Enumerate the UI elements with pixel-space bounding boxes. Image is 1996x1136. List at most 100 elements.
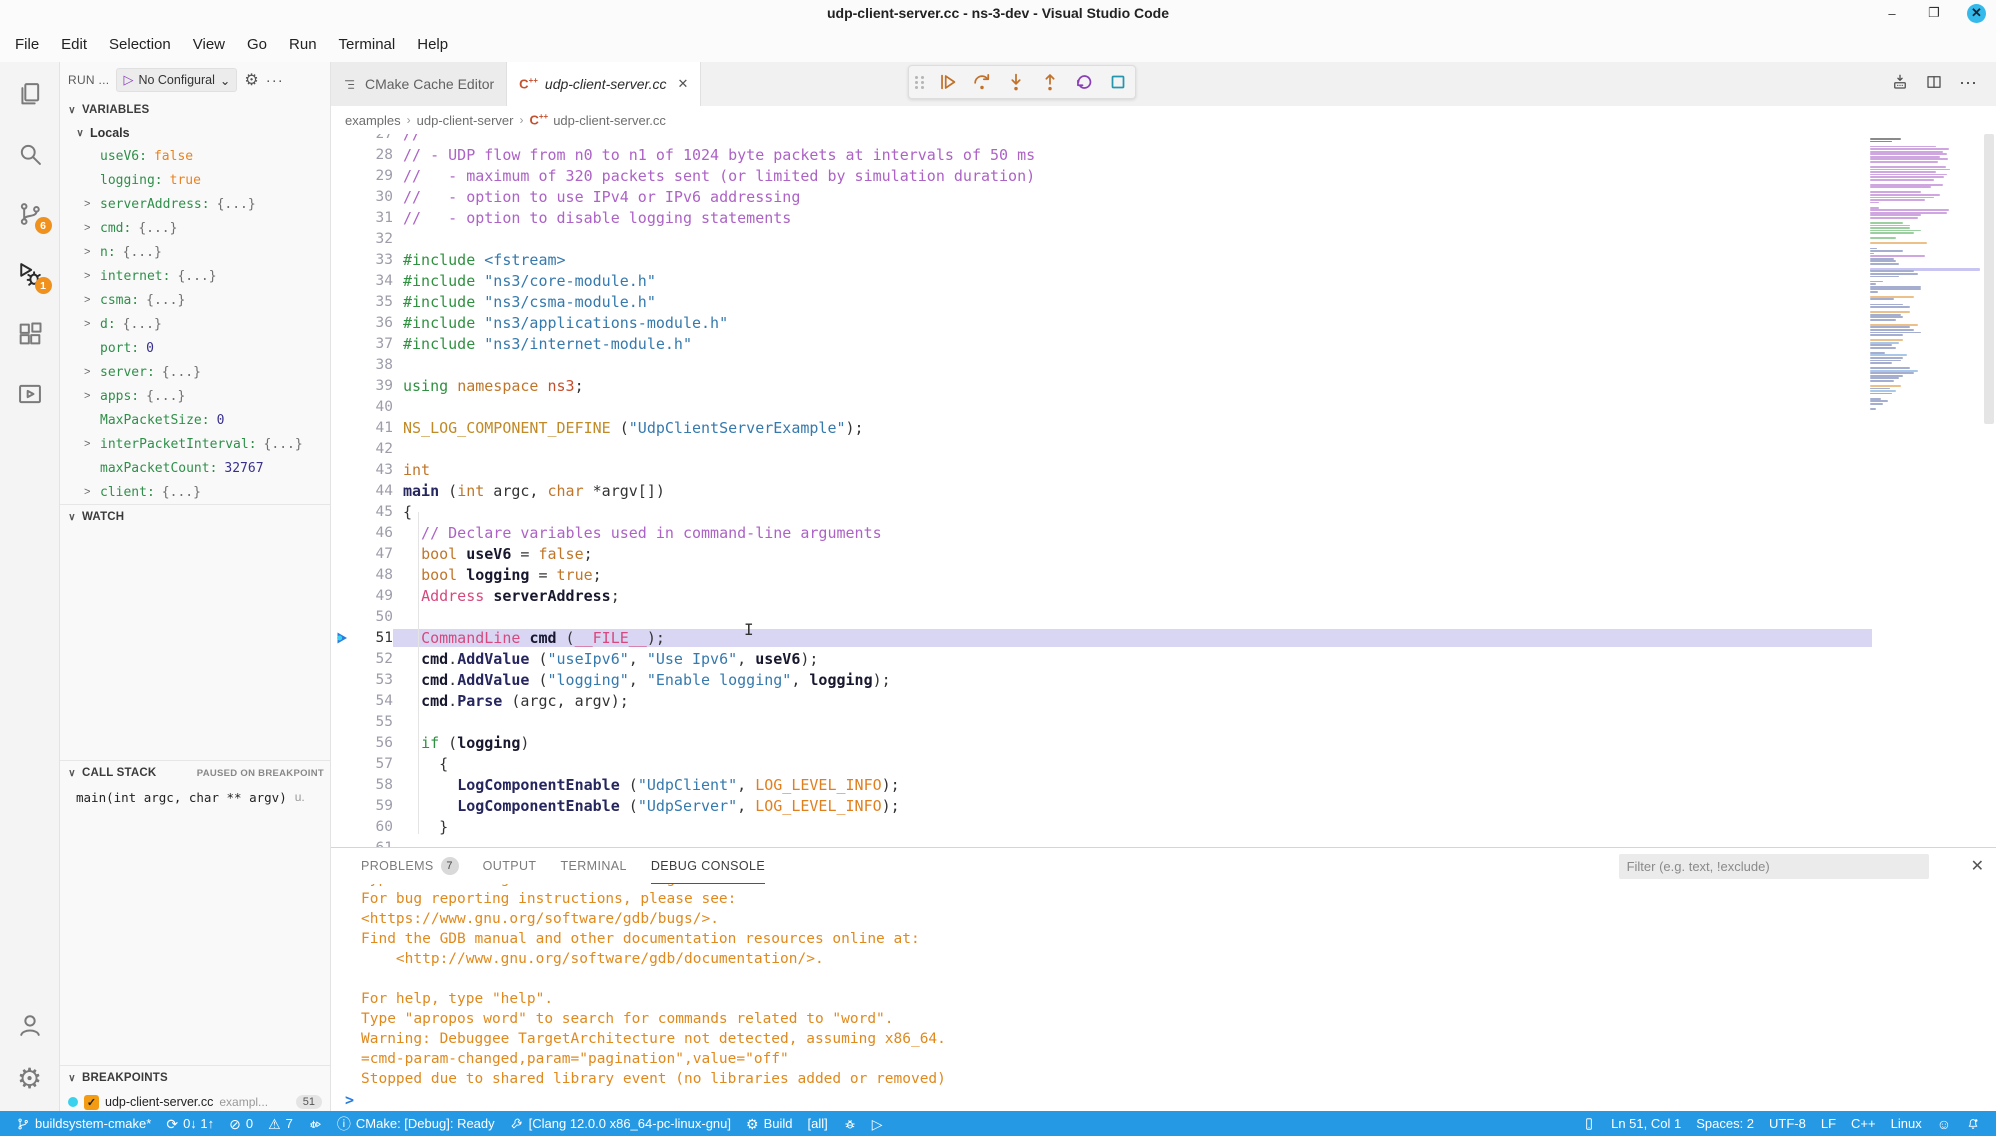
panel-tab-debug-console[interactable]: DEBUG CONSOLE (651, 848, 765, 884)
panel-tab-problems[interactable]: PROBLEMS7 (361, 848, 459, 884)
stop-button[interactable] (1107, 71, 1129, 93)
step-into-button[interactable] (1005, 71, 1027, 93)
status-language[interactable]: C++ (1845, 1111, 1882, 1136)
close-panel-icon[interactable]: ✕ (1971, 856, 1984, 876)
toolbar-drag-handle[interactable] (915, 73, 925, 91)
status-encoding[interactable]: UTF-8 (1763, 1111, 1812, 1136)
code-line-48[interactable]: 48 bool logging = true; (331, 564, 1996, 585)
breadcrumb-item[interactable]: examples (345, 113, 401, 128)
code-line-34[interactable]: 34 #include "ns3/core-module.h" (331, 270, 1996, 291)
console-prompt[interactable]: > (345, 1091, 1996, 1109)
activity-accounts[interactable] (10, 1005, 50, 1045)
code-line-36[interactable]: 36 #include "ns3/applications-module.h" (331, 312, 1996, 333)
code-line-29[interactable]: 29 // - maximum of 320 packets sent (or … (331, 165, 1996, 186)
code-line-60[interactable]: 60 } (331, 816, 1996, 837)
code-line-39[interactable]: 39 using namespace ns3; (331, 375, 1996, 396)
menu-terminal[interactable]: Terminal (328, 32, 407, 57)
scope-locals[interactable]: ∨ Locals (60, 122, 330, 144)
step-over-button[interactable] (971, 71, 993, 93)
run-below-button[interactable] (1891, 73, 1909, 96)
code-line-61[interactable]: 61 (331, 837, 1996, 847)
menu-run[interactable]: Run (278, 32, 328, 57)
close-icon[interactable]: ✕ (678, 76, 689, 92)
activity-search[interactable] (10, 134, 50, 174)
step-out-button[interactable] (1039, 71, 1061, 93)
restore-button[interactable]: ❐ (1925, 4, 1943, 22)
menu-go[interactable]: Go (236, 32, 278, 57)
variable-row-port[interactable]: port:0 (60, 336, 330, 360)
split-editor-button[interactable] (1925, 73, 1943, 96)
variable-row-apps[interactable]: > apps:{...} (60, 384, 330, 408)
variable-row-cmd[interactable]: > cmd:{...} (60, 216, 330, 240)
menu-view[interactable]: View (182, 32, 236, 57)
status-sync[interactable]: ⟳0↓ 1↑ (160, 1111, 220, 1136)
status-cursor-position[interactable]: Ln 51, Col 1 (1605, 1111, 1687, 1136)
code-line-37[interactable]: 37 #include "ns3/internet-module.h" (331, 333, 1996, 354)
status-cmake-status[interactable]: ⓘCMake: [Debug]: Ready (331, 1111, 501, 1136)
code-line-42[interactable]: 42 (331, 438, 1996, 459)
status-warnings[interactable]: ⚠7 (262, 1111, 299, 1136)
configure-gear-icon[interactable]: ⚙ (244, 70, 258, 90)
code-line-45[interactable]: 45 { (331, 501, 1996, 522)
code-line-28[interactable]: 28 // - UDP flow from n0 to n1 of 1024 b… (331, 144, 1996, 165)
panel-tab-output[interactable]: OUTPUT (483, 848, 537, 884)
code-line-27[interactable]: 27 // (331, 134, 1996, 144)
more-button[interactable]: ⋯ (1959, 74, 1978, 94)
activity-test-panel[interactable] (10, 374, 50, 414)
code-line-50[interactable]: 50 (331, 606, 1996, 627)
code-line-41[interactable]: 41 NS_LOG_COMPONENT_DEFINE ("UdpClientSe… (331, 417, 1996, 438)
code-line-51[interactable]: 51 CommandLine cmd (__FILE__); (331, 627, 1996, 648)
panel-tab-terminal[interactable]: TERMINAL (560, 848, 626, 884)
status-kit[interactable]: [Clang 12.0.0 x86_64-pc-linux-gnu] (504, 1111, 737, 1136)
activity-settings[interactable]: ⚙ (10, 1059, 50, 1099)
code-line-31[interactable]: 31 // - option to disable logging statem… (331, 207, 1996, 228)
status-feedback[interactable]: ☺ (1931, 1111, 1957, 1136)
code-line-49[interactable]: 49 Address serverAddress; (331, 585, 1996, 606)
restart-button[interactable] (1073, 71, 1095, 93)
variables-header[interactable]: ∨ VARIABLES (60, 98, 330, 122)
variable-row-interPacketInterval[interactable]: > interPacketInterval:{...} (60, 432, 330, 456)
call-stack-header[interactable]: ∨ CALL STACK PAUSED ON BREAKPOINT (60, 761, 330, 785)
variable-row-d[interactable]: > d:{...} (60, 312, 330, 336)
variable-row-n[interactable]: > n:{...} (60, 240, 330, 264)
variable-row-useV6[interactable]: useV6:false (60, 144, 330, 168)
variable-row-client[interactable]: > client:{...} (60, 480, 330, 504)
menu-file[interactable]: File (4, 32, 50, 57)
activity-extensions[interactable] (10, 314, 50, 354)
variable-row-MaxPacketSize[interactable]: MaxPacketSize:0 (60, 408, 330, 432)
menu-edit[interactable]: Edit (50, 32, 98, 57)
paused-breakpoint[interactable] (331, 630, 353, 646)
status-eol[interactable]: LF (1815, 1111, 1842, 1136)
minimap[interactable] (1870, 134, 1980, 434)
variable-row-serverAddress[interactable]: > serverAddress:{...} (60, 192, 330, 216)
start-debug-icon[interactable]: ▷ (123, 72, 133, 88)
variable-row-logging[interactable]: logging:true (60, 168, 330, 192)
status-indentation[interactable]: Spaces: 2 (1690, 1111, 1760, 1136)
code-editor[interactable]: 27 // 28 // - UDP flow from n0 to n1 of … (331, 134, 1996, 847)
variable-row-internet[interactable]: > internet:{...} (60, 264, 330, 288)
status-platform[interactable]: Linux (1885, 1111, 1928, 1136)
code-line-32[interactable]: 32 (331, 228, 1996, 249)
code-line-58[interactable]: 58 LogComponentEnable ("UdpClient", LOG_… (331, 774, 1996, 795)
code-line-35[interactable]: 35 #include "ns3/csma-module.h" (331, 291, 1996, 312)
code-line-30[interactable]: 30 // - option to use IPv4 or IPv6 addre… (331, 186, 1996, 207)
code-line-46[interactable]: 46 // Declare variables used in command-… (331, 522, 1996, 543)
breadcrumb-item[interactable]: C++udp-client-server.cc (529, 113, 665, 128)
status-build[interactable]: ⚙Build (740, 1111, 798, 1136)
menu-help[interactable]: Help (406, 32, 459, 57)
status-build-target[interactable]: [all] (801, 1111, 833, 1136)
continue-button[interactable] (937, 71, 959, 93)
activity-source-control[interactable]: 6 (10, 194, 50, 234)
more-actions-icon[interactable]: ··· (266, 72, 284, 89)
stack-frame[interactable]: main(int argc, char ** argv)u. (60, 785, 330, 809)
status-notifications[interactable] (1960, 1111, 1986, 1136)
close-button[interactable]: ✕ (1967, 4, 1986, 23)
variable-row-maxPacketCount[interactable]: maxPacketCount:32767 (60, 456, 330, 480)
code-line-38[interactable]: 38 (331, 354, 1996, 375)
code-line-59[interactable]: 59 LogComponentEnable ("UdpServer", LOG_… (331, 795, 1996, 816)
code-line-55[interactable]: 55 (331, 711, 1996, 732)
debug-configuration-dropdown[interactable]: ▷ No Configural ⌄ (116, 68, 237, 92)
code-line-43[interactable]: 43 int (331, 459, 1996, 480)
editor-scrollbar[interactable] (1982, 134, 1996, 847)
breakpoints-header[interactable]: ∨ BREAKPOINTS (60, 1066, 330, 1090)
